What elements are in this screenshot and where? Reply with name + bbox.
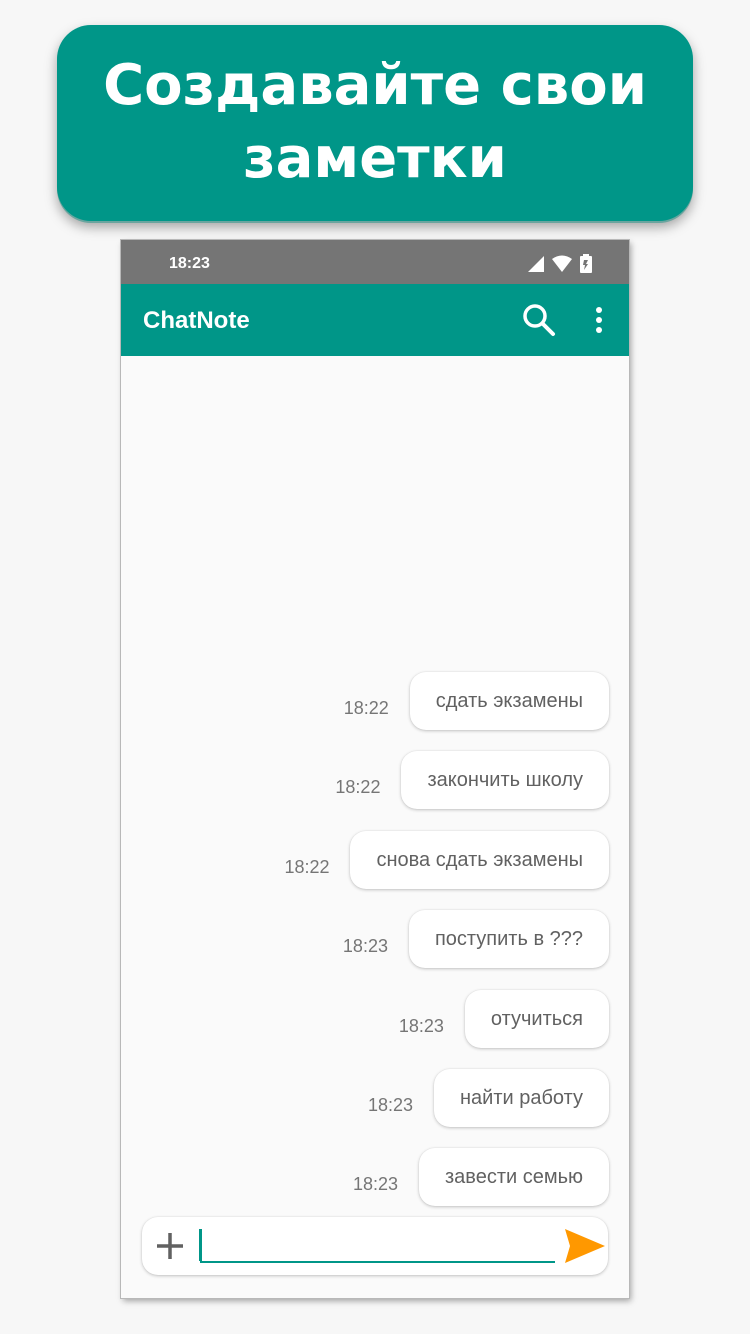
- note-input[interactable]: [200, 1227, 555, 1263]
- note-time: 18:22: [284, 856, 330, 877]
- status-bar: 18:23: [121, 240, 629, 284]
- more-vert-icon[interactable]: [587, 304, 611, 336]
- send-icon[interactable]: [564, 1227, 606, 1265]
- note-bubble[interactable]: отучиться: [464, 990, 609, 1048]
- note-item[interactable]: 18:23 найти работу: [368, 1069, 609, 1127]
- search-icon[interactable]: [521, 302, 557, 338]
- promo-banner: Создавайте свои заметки: [57, 25, 693, 221]
- phone-screen: 18:23 ChatNote 18:22 сдать экзамены 18:2…: [121, 240, 629, 1298]
- app-title: ChatNote: [143, 307, 250, 334]
- banner-title-line1: Создавайте свои: [103, 53, 647, 118]
- banner-title-line2: заметки: [243, 126, 507, 191]
- note-time: 18:22: [343, 697, 389, 718]
- note-time: 18:23: [367, 1094, 413, 1115]
- plus-icon[interactable]: [154, 1230, 186, 1262]
- battery-icon: [580, 254, 592, 273]
- note-bubble[interactable]: поступить в ???: [408, 910, 609, 968]
- text-cursor: [199, 1229, 202, 1261]
- signal-icon: [528, 256, 544, 272]
- note-time: 18:22: [335, 776, 381, 797]
- note-bubble[interactable]: завести семью: [419, 1148, 609, 1206]
- banner-title: Создавайте свои заметки: [103, 49, 647, 195]
- note-time: 18:23: [342, 935, 388, 956]
- note-bubble[interactable]: найти работу: [434, 1069, 609, 1127]
- note-item[interactable]: 18:23 завести семью: [353, 1148, 609, 1206]
- note-item[interactable]: 18:23 поступить в ???: [343, 910, 609, 968]
- note-item[interactable]: 18:22 сдать экзамены: [344, 672, 609, 730]
- wifi-icon: [552, 255, 572, 272]
- status-time: 18:23: [169, 255, 210, 272]
- note-bubble[interactable]: закончить школу: [401, 751, 609, 809]
- note-item[interactable]: 18:22 снова сдать экзамены: [284, 831, 609, 889]
- note-time: 18:23: [352, 1173, 398, 1194]
- status-icons: [527, 254, 593, 274]
- composer-bar: [142, 1217, 608, 1275]
- note-bubble[interactable]: сдать экзамены: [409, 672, 609, 730]
- app-toolbar: ChatNote: [121, 284, 629, 356]
- note-item[interactable]: 18:22 закончить школу: [335, 751, 609, 809]
- note-time: 18:23: [398, 1015, 444, 1036]
- note-bubble[interactable]: снова сдать экзамены: [350, 831, 609, 889]
- note-item[interactable]: 18:23 отучиться: [399, 990, 609, 1048]
